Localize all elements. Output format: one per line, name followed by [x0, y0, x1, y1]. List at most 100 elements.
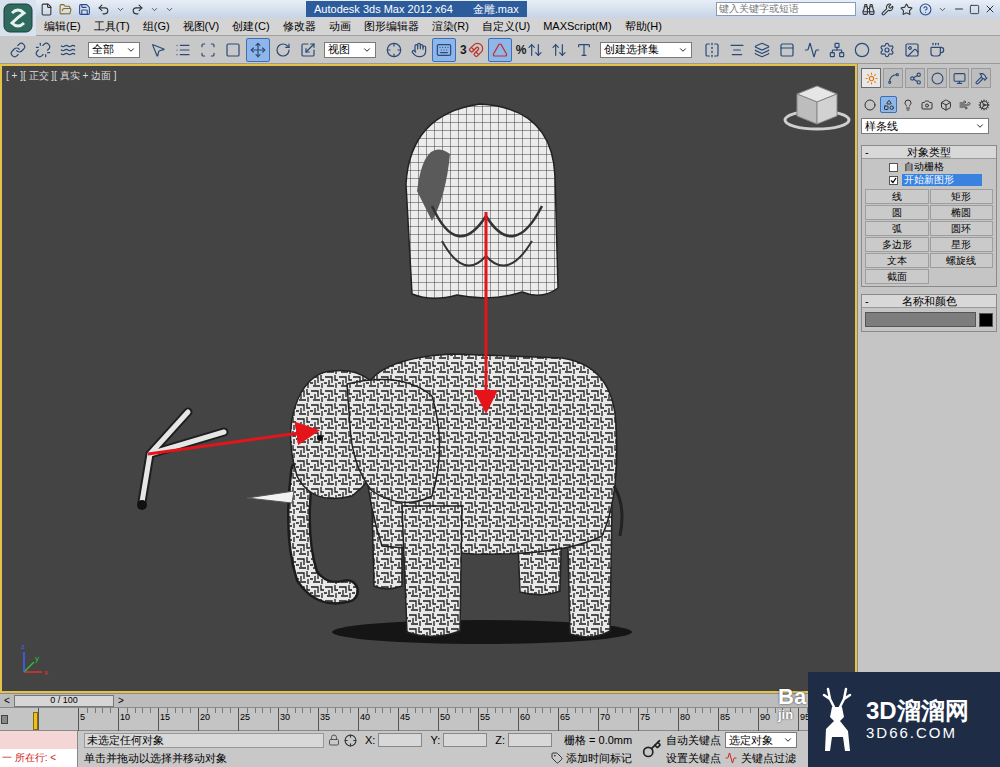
minimize-icon[interactable] — [953, 3, 965, 15]
option-checkbox[interactable]: 开始新图形 — [865, 174, 993, 186]
coordinate-input[interactable] — [508, 733, 552, 747]
save-icon[interactable] — [78, 3, 91, 16]
shapes-category[interactable] — [880, 96, 897, 113]
shape-button[interactable]: 弧 — [865, 221, 929, 236]
angle-snap-button[interactable] — [488, 38, 512, 62]
window-crossing-button[interactable] — [221, 38, 245, 62]
search-icon[interactable] — [862, 3, 875, 16]
bind-spacewarp-button[interactable] — [56, 38, 80, 62]
link-button[interactable] — [6, 38, 30, 62]
add-time-tag[interactable]: 添加时间标记 — [566, 753, 638, 764]
set-key-button[interactable]: 设置关键点 — [666, 753, 721, 764]
key-filters-button[interactable]: 关键点过滤 — [741, 753, 796, 764]
time-slider-thumb[interactable]: 0 / 100 — [14, 695, 114, 707]
coordinate-field[interactable]: X: — [365, 733, 422, 747]
viewcube[interactable] — [785, 86, 849, 129]
coordinate-input[interactable] — [443, 733, 487, 747]
absolute-mode-icon[interactable] — [344, 734, 357, 747]
menu-item[interactable]: 动画 — [327, 18, 353, 35]
systems-category[interactable] — [975, 96, 992, 113]
ribbon-button[interactable] — [775, 38, 799, 62]
geometry-category[interactable] — [861, 96, 878, 113]
shape-button[interactable]: 线 — [865, 189, 929, 204]
rect-region-button[interactable] — [196, 38, 220, 62]
selection-filter-dropdown[interactable]: 全部 — [88, 42, 140, 58]
next-frame-button[interactable]: > — [114, 696, 128, 706]
redo-icon[interactable] — [131, 3, 144, 16]
schematic-button[interactable] — [825, 38, 849, 62]
pivot-button[interactable] — [382, 38, 406, 62]
help-menu-icon[interactable] — [938, 5, 947, 14]
shape-button[interactable]: 星形 — [930, 237, 994, 252]
track-icon[interactable] — [1, 715, 8, 724]
key-filters-icon[interactable] — [725, 752, 737, 764]
manipulate-button[interactable] — [407, 38, 431, 62]
search-field[interactable]: 键入关键字或短语 — [716, 2, 856, 16]
favorites-icon[interactable] — [900, 3, 913, 16]
menu-item[interactable]: 创建(C) — [230, 18, 271, 35]
restore-icon[interactable] — [969, 4, 980, 15]
edit-named-selection-button[interactable] — [572, 38, 596, 62]
named-selection-dropdown[interactable]: 创建选择集 — [600, 42, 692, 58]
helpers-category[interactable] — [937, 96, 954, 113]
modify-tab[interactable] — [883, 68, 903, 88]
render-frame-button[interactable] — [900, 38, 924, 62]
close-icon[interactable] — [984, 3, 996, 15]
cameras-category[interactable] — [918, 96, 935, 113]
menu-item[interactable]: 渲染(R) — [430, 18, 471, 35]
open-icon[interactable] — [59, 3, 72, 16]
spacewarps-category[interactable] — [956, 96, 973, 113]
coordinate-field[interactable]: Z: — [495, 733, 552, 747]
redo-menu-icon[interactable] — [150, 5, 159, 14]
shape-button[interactable]: 文本 — [865, 253, 929, 268]
render-setup-button[interactable] — [875, 38, 899, 62]
layer-button[interactable] — [750, 38, 774, 62]
undo-icon[interactable] — [97, 3, 110, 16]
material-button[interactable] — [850, 38, 874, 62]
menu-item[interactable]: 自定义(U) — [480, 18, 532, 35]
coordinate-input[interactable] — [378, 733, 422, 747]
viewport-label[interactable]: [ + ][ 正交 ][ 真实 + 边面 ] — [6, 68, 117, 83]
auto-key-button[interactable]: 自动关键点 — [666, 735, 721, 746]
shape-button[interactable]: 圆环 — [930, 221, 994, 236]
shape-button[interactable]: 矩形 — [930, 189, 994, 204]
mirror-button[interactable] — [700, 38, 724, 62]
spinner-snap-button[interactable] — [547, 38, 571, 62]
script-listener[interactable]: 一 所在行: < — [0, 731, 78, 767]
viewport[interactable]: [ + ][ 正交 ][ 真实 + 边面 ]xyz — [0, 64, 857, 693]
new-icon[interactable] — [40, 3, 53, 16]
prev-frame-button[interactable]: < — [0, 696, 14, 706]
utilities-tab[interactable] — [971, 68, 991, 88]
menu-item[interactable]: 编辑(E) — [42, 18, 83, 35]
option-checkbox[interactable]: 自动栅格 — [865, 161, 993, 173]
shape-button[interactable]: 圆 — [865, 205, 929, 220]
display-tab[interactable] — [949, 68, 969, 88]
menu-item[interactable]: MAXScript(M) — [541, 18, 613, 35]
keyboard-shortcut-button[interactable] — [432, 38, 456, 62]
category-dropdown[interactable]: 样条线 — [861, 118, 989, 134]
select-button[interactable] — [146, 38, 170, 62]
subscription-icon[interactable] — [881, 3, 894, 16]
lock-icon[interactable] — [328, 734, 340, 746]
name-field[interactable] — [865, 312, 976, 327]
rollout-header[interactable]: -对象类型 — [862, 146, 996, 159]
shape-button[interactable]: 螺旋线 — [930, 253, 994, 268]
time-tag-icon[interactable] — [551, 752, 563, 764]
unlink-button[interactable] — [31, 38, 55, 62]
align-button[interactable] — [725, 38, 749, 62]
create-tab[interactable] — [861, 68, 881, 88]
percent-snap-button[interactable]: % — [513, 38, 547, 62]
app-logo[interactable] — [0, 0, 36, 36]
coordinate-field[interactable]: Y: — [430, 733, 487, 747]
menu-item[interactable]: 修改器 — [281, 18, 318, 35]
scale-button[interactable] — [296, 38, 320, 62]
help-icon[interactable] — [919, 3, 932, 16]
shape-button[interactable]: 椭圆 — [930, 205, 994, 220]
rotate-button[interactable] — [271, 38, 295, 62]
shape-button[interactable]: 多边形 — [865, 237, 929, 252]
render-button[interactable] — [925, 38, 949, 62]
motion-tab[interactable] — [927, 68, 947, 88]
snap-button[interactable]: 3 — [457, 38, 487, 62]
menu-item[interactable]: 图形编辑器 — [362, 18, 421, 35]
set-key-icon[interactable] — [642, 739, 662, 759]
